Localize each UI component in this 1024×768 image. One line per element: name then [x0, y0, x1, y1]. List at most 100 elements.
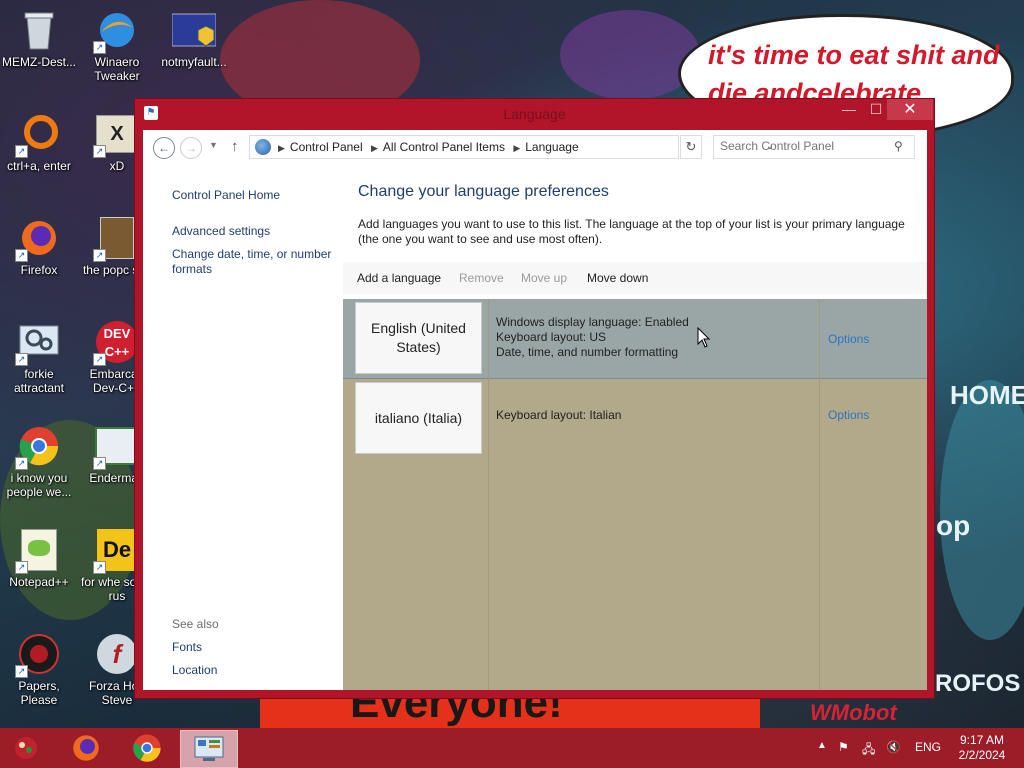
chrome-icon: ↗ — [15, 424, 61, 470]
see-also-heading: See also — [172, 617, 219, 631]
control-panel-icon — [194, 736, 224, 761]
language-name: English (United States) — [355, 302, 482, 374]
maximize-button[interactable]: ☐ — [862, 101, 890, 121]
de-logo-icon: De ↗ — [93, 528, 139, 574]
taskbar-firefox[interactable] — [62, 730, 110, 766]
search-icon[interactable]: ⚲ — [894, 139, 903, 153]
up-button[interactable]: ↑ — [231, 138, 239, 155]
navigation-bar: ← → ▼ ↑ ▶ Control Panel ▶ All Control Pane… — [143, 130, 927, 168]
arrow-right-icon: → — [185, 141, 197, 155]
chevron-right-icon: ▶ — [370, 143, 378, 153]
taskbar: ▲ ⚑ 🖧 🔇 ENG 9:17 AM 2/2/2024 — [0, 728, 1024, 768]
refresh-button[interactable]: ↻ — [680, 135, 702, 159]
chevron-right-icon: ▶ — [513, 143, 521, 153]
title-bar[interactable]: ⚑ Language — ☐ ✕ — [135, 99, 934, 129]
notmyfault-icon — [172, 8, 216, 52]
search-box[interactable]: ⚲ — [713, 135, 915, 159]
start-button[interactable] — [2, 730, 50, 766]
clock-date: 2/2/2024 — [958, 748, 1006, 762]
wallpaper-text: WMobot — [810, 700, 897, 725]
xd-icon: X ↗ — [93, 112, 139, 158]
recent-locations-dropdown[interactable]: ▼ — [209, 140, 218, 150]
action-center-flag-icon[interactable]: ⚑ — [838, 740, 849, 754]
clock-time: 9:17 AM — [959, 733, 1005, 747]
desktop-icon-ctrl-a-enter[interactable]: ↗ ctrl+a, enter — [0, 112, 78, 173]
desktop-icon-label: ctrl+a, enter — [7, 159, 71, 173]
options-link[interactable]: Options — [828, 408, 869, 422]
back-button[interactable]: ← — [153, 137, 175, 159]
language-details: Keyboard layout: Italian — [496, 408, 621, 423]
desktop-icon-notmyfault[interactable]: notmyfault... — [155, 8, 233, 69]
desktop-icon-label: Winaero Tweaker — [94, 55, 140, 83]
breadcrumb-all-items[interactable]: All Control Panel Items — [383, 140, 505, 154]
gear-monitor-icon: ↗ — [15, 320, 61, 366]
breadcrumb-language[interactable]: Language — [525, 140, 578, 154]
winaero-icon: ↗ — [93, 8, 139, 54]
advanced-settings-link[interactable]: Advanced settings — [172, 224, 340, 239]
desktop-icon-forkie[interactable]: ↗ forkie attractant — [0, 320, 78, 395]
show-hidden-icons-button[interactable]: ▲ — [817, 740, 827, 751]
close-button[interactable]: ✕ — [887, 99, 933, 120]
control-panel-home-link[interactable]: Control Panel Home — [172, 188, 340, 203]
window-app-icon: ↗ — [93, 424, 139, 470]
mouse-cursor-icon — [697, 326, 711, 352]
desktop-icon-recycle-bin[interactable]: MEMZ-Dest... — [0, 8, 78, 69]
options-link[interactable]: Options — [828, 332, 869, 346]
language-window: ⚑ Language — ☐ ✕ ← → ▼ ↑ ▶ Control Panel … — [135, 99, 934, 698]
chrome-icon — [133, 734, 161, 762]
desktop-icon-label: forkie attractant — [13, 367, 65, 395]
recycle-bin-icon — [17, 8, 61, 52]
language-detail: Windows display language: Enabled — [496, 315, 689, 329]
minimize-button[interactable]: — — [835, 101, 863, 121]
column-divider — [819, 299, 820, 690]
change-date-time-formats-link[interactable]: Change date, time, or number formats — [172, 247, 340, 277]
desktop-icon-label: i know you people we... — [6, 471, 72, 499]
language-name: italiano (Italia) — [355, 382, 482, 454]
language-list: English (United States) Windows display … — [343, 299, 927, 690]
orange-ring-icon: ↗ — [15, 112, 61, 158]
system-clock[interactable]: 9:17 AM 2/2/2024 — [952, 733, 1012, 763]
papers-please-icon: ↗ — [15, 632, 61, 678]
location-link[interactable]: Location — [172, 663, 340, 678]
add-language-button[interactable]: Add a language — [357, 271, 441, 285]
taskbar-control-panel[interactable] — [180, 730, 238, 768]
desktop-icon-papers-please[interactable]: ↗ Papers, Please — [0, 632, 78, 707]
taskbar-chrome[interactable] — [123, 730, 171, 766]
desktop-icon-label: Papers, Please — [18, 679, 60, 707]
breadcrumb: ▶ Control Panel ▶ All Control Panel Items … — [278, 140, 584, 154]
language-detail: Keyboard layout: Italian — [496, 408, 622, 422]
desktop-icon-firefox[interactable]: ↗ Firefox — [0, 216, 78, 277]
forward-button[interactable]: → — [180, 137, 202, 159]
refresh-icon: ↻ — [685, 139, 697, 154]
page-description: Add languages you want to use to this li… — [358, 217, 905, 246]
volume-muted-icon[interactable]: 🔇 — [886, 740, 901, 754]
start-icon — [15, 737, 37, 759]
firefox-icon: ↗ — [15, 216, 61, 262]
desktop-icon-chrome[interactable]: ↗ i know you people we... — [0, 424, 78, 499]
wallpaper-text: ROFOS — [935, 670, 1021, 697]
wallpaper-text: HOME — [950, 380, 1024, 410]
firefox-icon — [73, 735, 99, 761]
window-title: Language — [503, 106, 566, 122]
desktop-icon-notepadpp[interactable]: ↗ Notepad++ — [0, 528, 78, 589]
search-input[interactable] — [720, 139, 880, 153]
fonts-link[interactable]: Fonts — [172, 640, 340, 655]
address-bar[interactable]: ▶ Control Panel ▶ All Control Panel Items … — [249, 135, 774, 159]
input-language-indicator[interactable]: ENG — [915, 740, 941, 754]
arrow-up-icon: ↑ — [231, 138, 239, 155]
breadcrumb-control-panel[interactable]: Control Panel — [290, 140, 363, 154]
network-icon[interactable]: 🖧 — [862, 740, 875, 761]
desktop-icon-label: notmyfault... — [161, 55, 227, 69]
language-row-english[interactable]: English (United States) Windows display … — [343, 299, 927, 379]
desktop-icon-label: Notepad++ — [9, 575, 69, 589]
remove-button[interactable]: Remove — [459, 271, 504, 285]
language-row-italiano[interactable]: italiano (Italia) Keyboard layout: Itali… — [343, 379, 927, 458]
move-up-button[interactable]: Move up — [521, 271, 567, 285]
document-icon: ↗ — [93, 216, 139, 262]
move-down-button[interactable]: Move down — [587, 271, 648, 285]
window-client-area: ← → ▼ ↑ ▶ Control Panel ▶ All Control Pane… — [143, 130, 927, 690]
desktop-icon-winaero[interactable]: ↗ Winaero Tweaker — [78, 8, 156, 83]
globe-icon — [255, 139, 271, 155]
column-divider — [488, 299, 489, 690]
chevron-right-icon: ▶ — [278, 143, 285, 153]
